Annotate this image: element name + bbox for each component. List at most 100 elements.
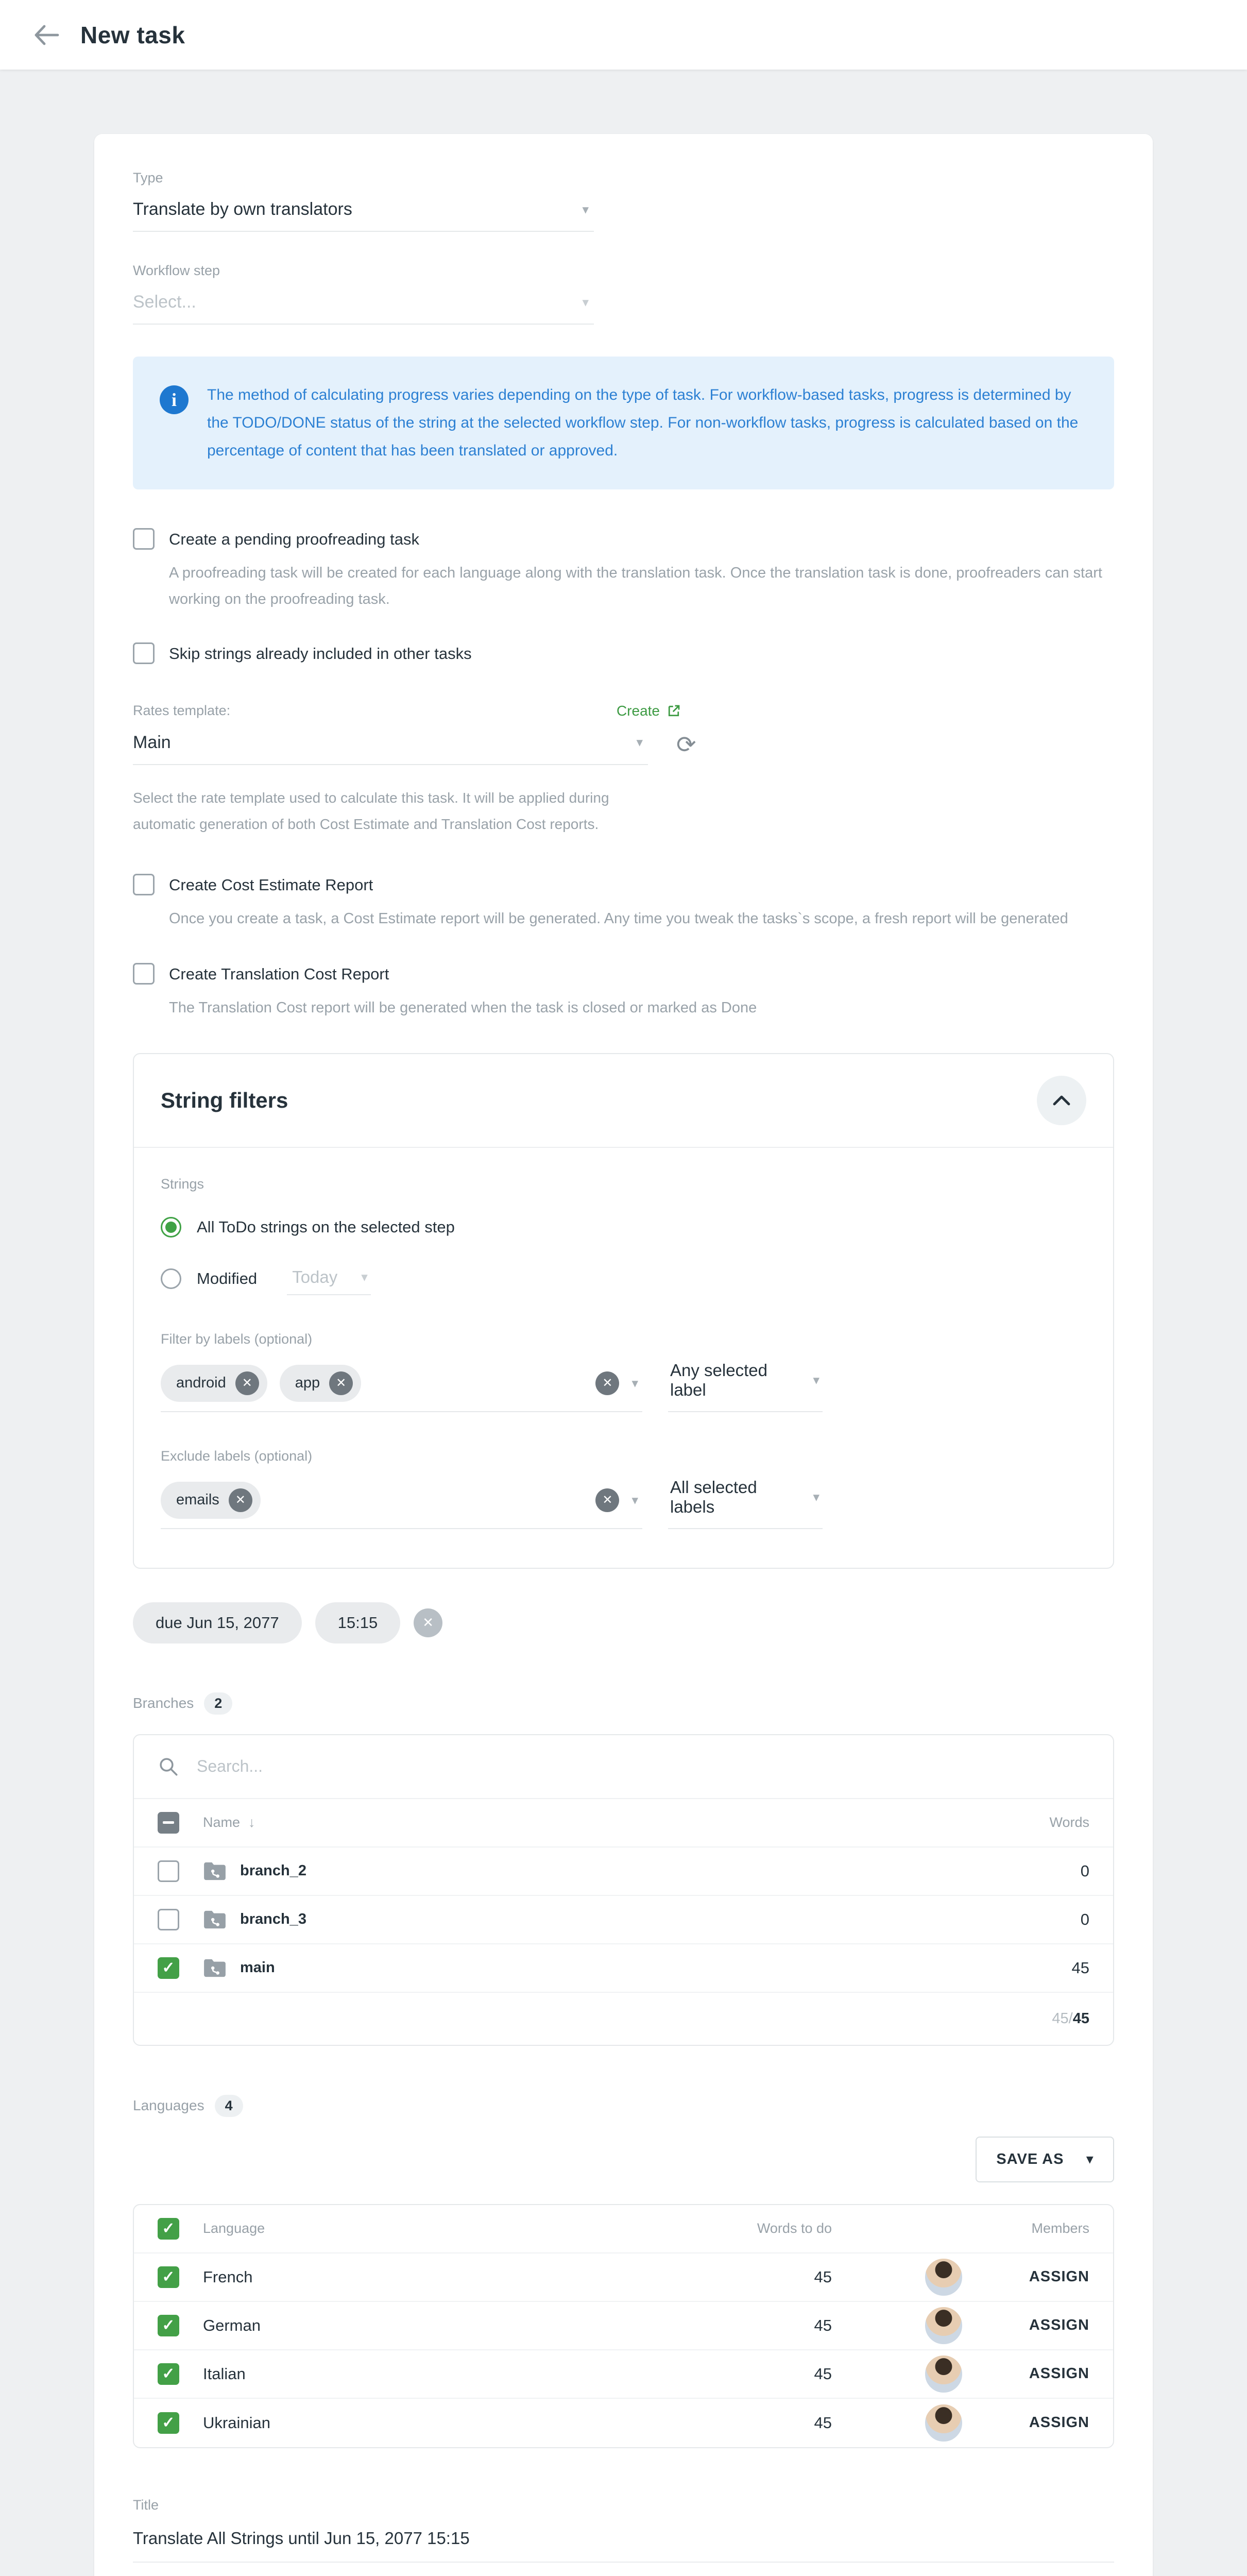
remove-chip-icon[interactable]: ✕: [235, 1371, 259, 1395]
sort-descending-icon[interactable]: ↓: [248, 1815, 255, 1831]
languages-col-language: Language: [203, 2221, 724, 2236]
string-filters-card: String filters Strings All ToDo strings …: [133, 1053, 1114, 1569]
refresh-icon[interactable]: ⟳: [676, 733, 696, 756]
ukrainian-checkbox[interactable]: ✓: [158, 2412, 179, 2434]
clear-due-date-icon[interactable]: ✕: [414, 1608, 442, 1637]
exclude-labels-mode-select[interactable]: All selected labels ▾: [668, 1468, 823, 1529]
chevron-down-icon: ▾: [361, 1269, 368, 1285]
proofreading-label: Create a pending proofreading task: [169, 528, 419, 549]
language-name: German: [203, 2316, 724, 2335]
branch-3-checkbox[interactable]: [158, 1909, 179, 1930]
avatar: [968, 2354, 1007, 2394]
due-date-chip[interactable]: due Jun 15, 2077: [133, 1602, 302, 1643]
proofreading-checkbox[interactable]: [133, 528, 155, 550]
member-avatars: [924, 2354, 1007, 2394]
branch-folder-icon: [203, 1958, 227, 1978]
label-chip-text: android: [176, 1375, 226, 1392]
filter-labels-input[interactable]: android ✕ app ✕ ✕ ▾: [161, 1358, 642, 1412]
branch-2-checkbox[interactable]: [158, 1860, 179, 1882]
branches-total-row: 45/ 45: [134, 1993, 1113, 2045]
clear-all-icon[interactable]: ✕: [595, 1488, 619, 1512]
chevron-down-icon: ▾: [1086, 2151, 1094, 2167]
proofreading-checkbox-row[interactable]: Create a pending proofreading task: [133, 528, 1114, 550]
workflow-step-label: Workflow step: [133, 263, 1114, 279]
language-words: 45: [724, 2268, 832, 2286]
skip-strings-checkbox[interactable]: [133, 642, 155, 664]
branch-words: 45: [981, 1959, 1089, 1977]
modified-period-select[interactable]: Today ▾: [287, 1262, 371, 1295]
languages-table: ✓ Language Words to do Members ✓ French …: [133, 2204, 1114, 2448]
member-avatars: [924, 2258, 1007, 2297]
select-all-languages-checkbox[interactable]: ✓: [158, 2218, 179, 2240]
table-row-language-ukrainian[interactable]: ✓ Ukrainian 45 ASSIGN: [134, 2399, 1113, 2447]
table-row-language-italian[interactable]: ✓ Italian 45 ASSIGN: [134, 2350, 1113, 2399]
language-name: Ukrainian: [203, 2414, 724, 2432]
table-row-branch-main[interactable]: ✓ main 45: [134, 1944, 1113, 1993]
workflow-step-placeholder: Select...: [133, 292, 196, 312]
filter-labels-mode-select[interactable]: Any selected label ▾: [668, 1351, 823, 1412]
page-title: New task: [80, 21, 185, 49]
languages-label: Languages: [133, 2097, 204, 2114]
arrow-left-icon: [33, 24, 60, 46]
assign-button[interactable]: ASSIGN: [1029, 2268, 1089, 2285]
radio-modified-row[interactable]: Modified Today ▾: [161, 1262, 1086, 1295]
remove-chip-icon[interactable]: ✕: [229, 1488, 252, 1512]
label-chip-app: app ✕: [280, 1365, 361, 1402]
proofreading-description: A proofreading task will be created for …: [169, 560, 1114, 613]
collapse-button[interactable]: [1037, 1076, 1086, 1125]
avatar: [968, 2403, 1007, 2443]
save-as-button[interactable]: SAVE AS ▾: [976, 2137, 1114, 2182]
italian-checkbox[interactable]: ✓: [158, 2363, 179, 2385]
branches-col-name: Name: [203, 1815, 240, 1831]
remove-chip-icon[interactable]: ✕: [329, 1371, 353, 1395]
table-row-language-french[interactable]: ✓ French 45 ASSIGN: [134, 2253, 1113, 2302]
radio-all-todo-row[interactable]: All ToDo strings on the selected step: [161, 1217, 1086, 1238]
radio-all-todo[interactable]: [161, 1217, 181, 1238]
rates-template-label: Rates template:: [133, 703, 230, 719]
branch-main-checkbox[interactable]: ✓: [158, 1957, 179, 1979]
translation-cost-checkbox[interactable]: [133, 963, 155, 985]
table-row-language-german[interactable]: ✓ German 45 ASSIGN: [134, 2302, 1113, 2350]
branches-search-input[interactable]: [196, 1756, 1089, 1776]
type-select[interactable]: Translate by own translators ▾: [133, 186, 594, 232]
due-time-chip[interactable]: 15:15: [315, 1602, 401, 1643]
rates-create-link[interactable]: Create: [617, 703, 681, 719]
cost-estimate-checkbox[interactable]: [133, 874, 155, 895]
language-name: Italian: [203, 2365, 724, 2383]
skip-strings-checkbox-row[interactable]: Skip strings already included in other t…: [133, 642, 1114, 664]
back-button[interactable]: [30, 19, 63, 52]
label-chip-emails: emails ✕: [161, 1482, 261, 1519]
assign-button[interactable]: ASSIGN: [1029, 2414, 1089, 2431]
assign-button[interactable]: ASSIGN: [1029, 2365, 1089, 2382]
avatar: [968, 2306, 1007, 2345]
title-input[interactable]: Translate All Strings until Jun 15, 2077…: [133, 2513, 1114, 2563]
german-checkbox[interactable]: ✓: [158, 2315, 179, 2336]
translation-cost-description: The Translation Cost report will be gene…: [169, 995, 1114, 1021]
radio-modified-label: Modified: [197, 1269, 257, 1288]
assign-button[interactable]: ASSIGN: [1029, 2317, 1089, 2334]
cost-estimate-checkbox-row[interactable]: Create Cost Estimate Report: [133, 874, 1114, 895]
top-bar: New task: [0, 0, 1247, 70]
french-checkbox[interactable]: ✓: [158, 2266, 179, 2288]
rates-template-select[interactable]: Main ▾: [133, 719, 648, 765]
table-row-branch-3[interactable]: branch_3 0: [134, 1896, 1113, 1944]
label-chip-text: app: [295, 1375, 320, 1392]
avatar: [924, 2403, 963, 2443]
member-avatars: [924, 2306, 1007, 2345]
languages-col-words: Words to do: [724, 2221, 832, 2236]
filter-labels-label: Filter by labels (optional): [161, 1331, 1086, 1347]
info-icon: i: [160, 385, 189, 414]
string-filters-title: String filters: [161, 1088, 288, 1113]
exclude-labels-input[interactable]: emails ✕ ✕ ▾: [161, 1475, 642, 1529]
progress-info-text: The method of calculating progress varie…: [207, 381, 1087, 465]
translation-cost-checkbox-row[interactable]: Create Translation Cost Report: [133, 963, 1114, 985]
cost-estimate-description: Once you create a task, a Cost Estimate …: [169, 906, 1114, 932]
avatar: [924, 2354, 963, 2394]
branches-col-words: Words: [981, 1815, 1089, 1831]
select-all-branches-checkbox[interactable]: [158, 1812, 179, 1834]
radio-modified[interactable]: [161, 1268, 181, 1289]
workflow-step-select[interactable]: Select... ▾: [133, 279, 594, 325]
save-as-label: SAVE AS: [996, 2151, 1064, 2168]
clear-all-icon[interactable]: ✕: [595, 1371, 619, 1395]
table-row-branch-2[interactable]: branch_2 0: [134, 1848, 1113, 1896]
